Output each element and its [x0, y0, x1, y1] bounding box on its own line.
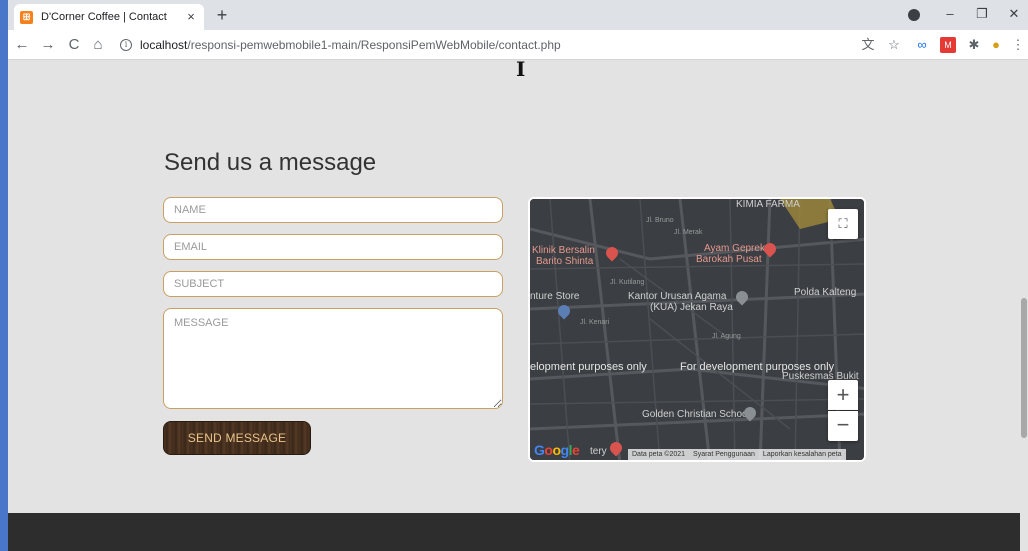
map-dev-notice-left: elopment purposes only — [530, 361, 647, 373]
send-message-button[interactable]: SEND MESSAGE — [163, 421, 311, 455]
google-logo-letter: e — [571, 442, 580, 458]
map-data-credit: Data peta ©2021 — [632, 451, 686, 458]
map-label-barokah: Barokah Pusat — [696, 254, 762, 265]
page-content: I Send us a message SEND MESSAGE — [8, 57, 1020, 551]
maximize-icon[interactable]: ❐ — [970, 4, 994, 24]
map-label-kua: Kantor Urusan Agama — [628, 291, 727, 302]
address-bar[interactable]: i localhost /responsi-pemwebmobile1-main… — [112, 34, 860, 56]
map-attribution: Data peta ©2021 Syarat Penggunaan Lapork… — [628, 449, 846, 460]
close-window-icon[interactable]: ✕ — [1002, 4, 1026, 24]
reload-icon[interactable]: C — [64, 35, 84, 55]
map-label-golden: Golden Christian School — [642, 409, 750, 420]
map-label-kimia-farma: KIMIA FARMA — [736, 199, 800, 210]
google-logo[interactable]: Google — [534, 442, 580, 458]
tab-contact[interactable]: ꕥ D'Corner Coffee | Contact × — [14, 4, 204, 30]
info-icon[interactable]: i — [120, 39, 132, 51]
url-path: /responsi-pemwebmobile1-main/ResponsiPem… — [187, 38, 561, 52]
profile-icon[interactable] — [908, 9, 920, 21]
map-label-polda: Polda Kalteng — [794, 287, 857, 298]
map-label-ayam: Ayam Geprek — [704, 243, 765, 254]
minimize-icon[interactable]: – — [938, 4, 962, 24]
map-label-tery: tery — [590, 446, 607, 457]
forward-icon[interactable]: → — [38, 35, 58, 55]
google-logo-letter: o — [552, 442, 561, 458]
translate-icon[interactable]: 文 — [860, 37, 876, 53]
text-cursor-icon: I — [516, 57, 526, 81]
map-streets — [530, 199, 864, 460]
close-tab-icon[interactable]: × — [184, 10, 198, 24]
browser-toolbar: ← → C ⌂ i localhost /responsi-pemwebmobi… — [8, 30, 1028, 60]
map-report-link[interactable]: Laporkan kesalahan peta — [763, 449, 842, 460]
map-label-furniture: nture Store — [530, 291, 580, 302]
map-terms-link[interactable]: Syarat Penggunaan — [693, 449, 755, 460]
map-zoom-out-button[interactable]: − — [828, 411, 858, 441]
home-icon[interactable]: ⌂ — [88, 35, 108, 55]
url-host: localhost — [140, 38, 188, 52]
coffee-favicon-icon: ꕥ — [20, 10, 33, 24]
map-street-agung: Jl. Agung — [712, 333, 741, 340]
page-scrollbar[interactable] — [1020, 61, 1028, 551]
tab-bar: ꕥ D'Corner Coffee | Contact × + – ❐ ✕ — [8, 0, 1028, 30]
google-logo-letter: G — [534, 442, 545, 458]
page-footer — [8, 513, 1020, 551]
map-street-kenari: Jl. Kenari — [580, 319, 610, 326]
map-street-bruno: Jl. Bruno — [646, 217, 674, 224]
map-street-kutilang: Jl. Kutilang — [610, 279, 645, 286]
extension-infinity-icon[interactable]: ∞ — [914, 37, 930, 53]
extension-m-icon[interactable]: M — [940, 37, 956, 53]
name-input[interactable] — [163, 197, 503, 223]
map-label-klinik: Klinik Bersalin — [532, 245, 595, 256]
email-input[interactable] — [163, 234, 503, 260]
map-street-merak: Jl. Merak — [674, 229, 703, 236]
avatar-icon[interactable]: ● — [988, 37, 1004, 53]
menu-kebab-icon[interactable]: ⋮ — [1010, 37, 1026, 53]
map-label-barito: Barito Shinta — [536, 256, 594, 267]
browser-window: ꕥ D'Corner Coffee | Contact × + – ❐ ✕ ← … — [8, 0, 1028, 551]
map-label-kua-2: (KUA) Jekan Raya — [650, 302, 733, 313]
map-zoom-in-button[interactable]: + — [828, 380, 858, 410]
new-tab-icon[interactable]: + — [212, 5, 232, 25]
section-title: Send us a message — [164, 149, 377, 176]
google-logo-letter: g — [560, 442, 570, 458]
subject-input[interactable] — [163, 271, 503, 297]
back-icon[interactable]: ← — [12, 35, 32, 55]
bookmark-star-icon[interactable]: ☆ — [886, 37, 902, 53]
map-fullscreen-icon[interactable]: ⛶ — [828, 209, 858, 239]
tab-title: D'Corner Coffee | Contact — [41, 11, 167, 23]
extensions-puzzle-icon[interactable]: ✱ — [966, 37, 982, 53]
scrollbar-thumb[interactable] — [1021, 298, 1027, 438]
google-map[interactable]: KIMIA FARMA Klinik Bersalin Barito Shint… — [528, 197, 866, 462]
message-textarea[interactable] — [163, 308, 503, 409]
